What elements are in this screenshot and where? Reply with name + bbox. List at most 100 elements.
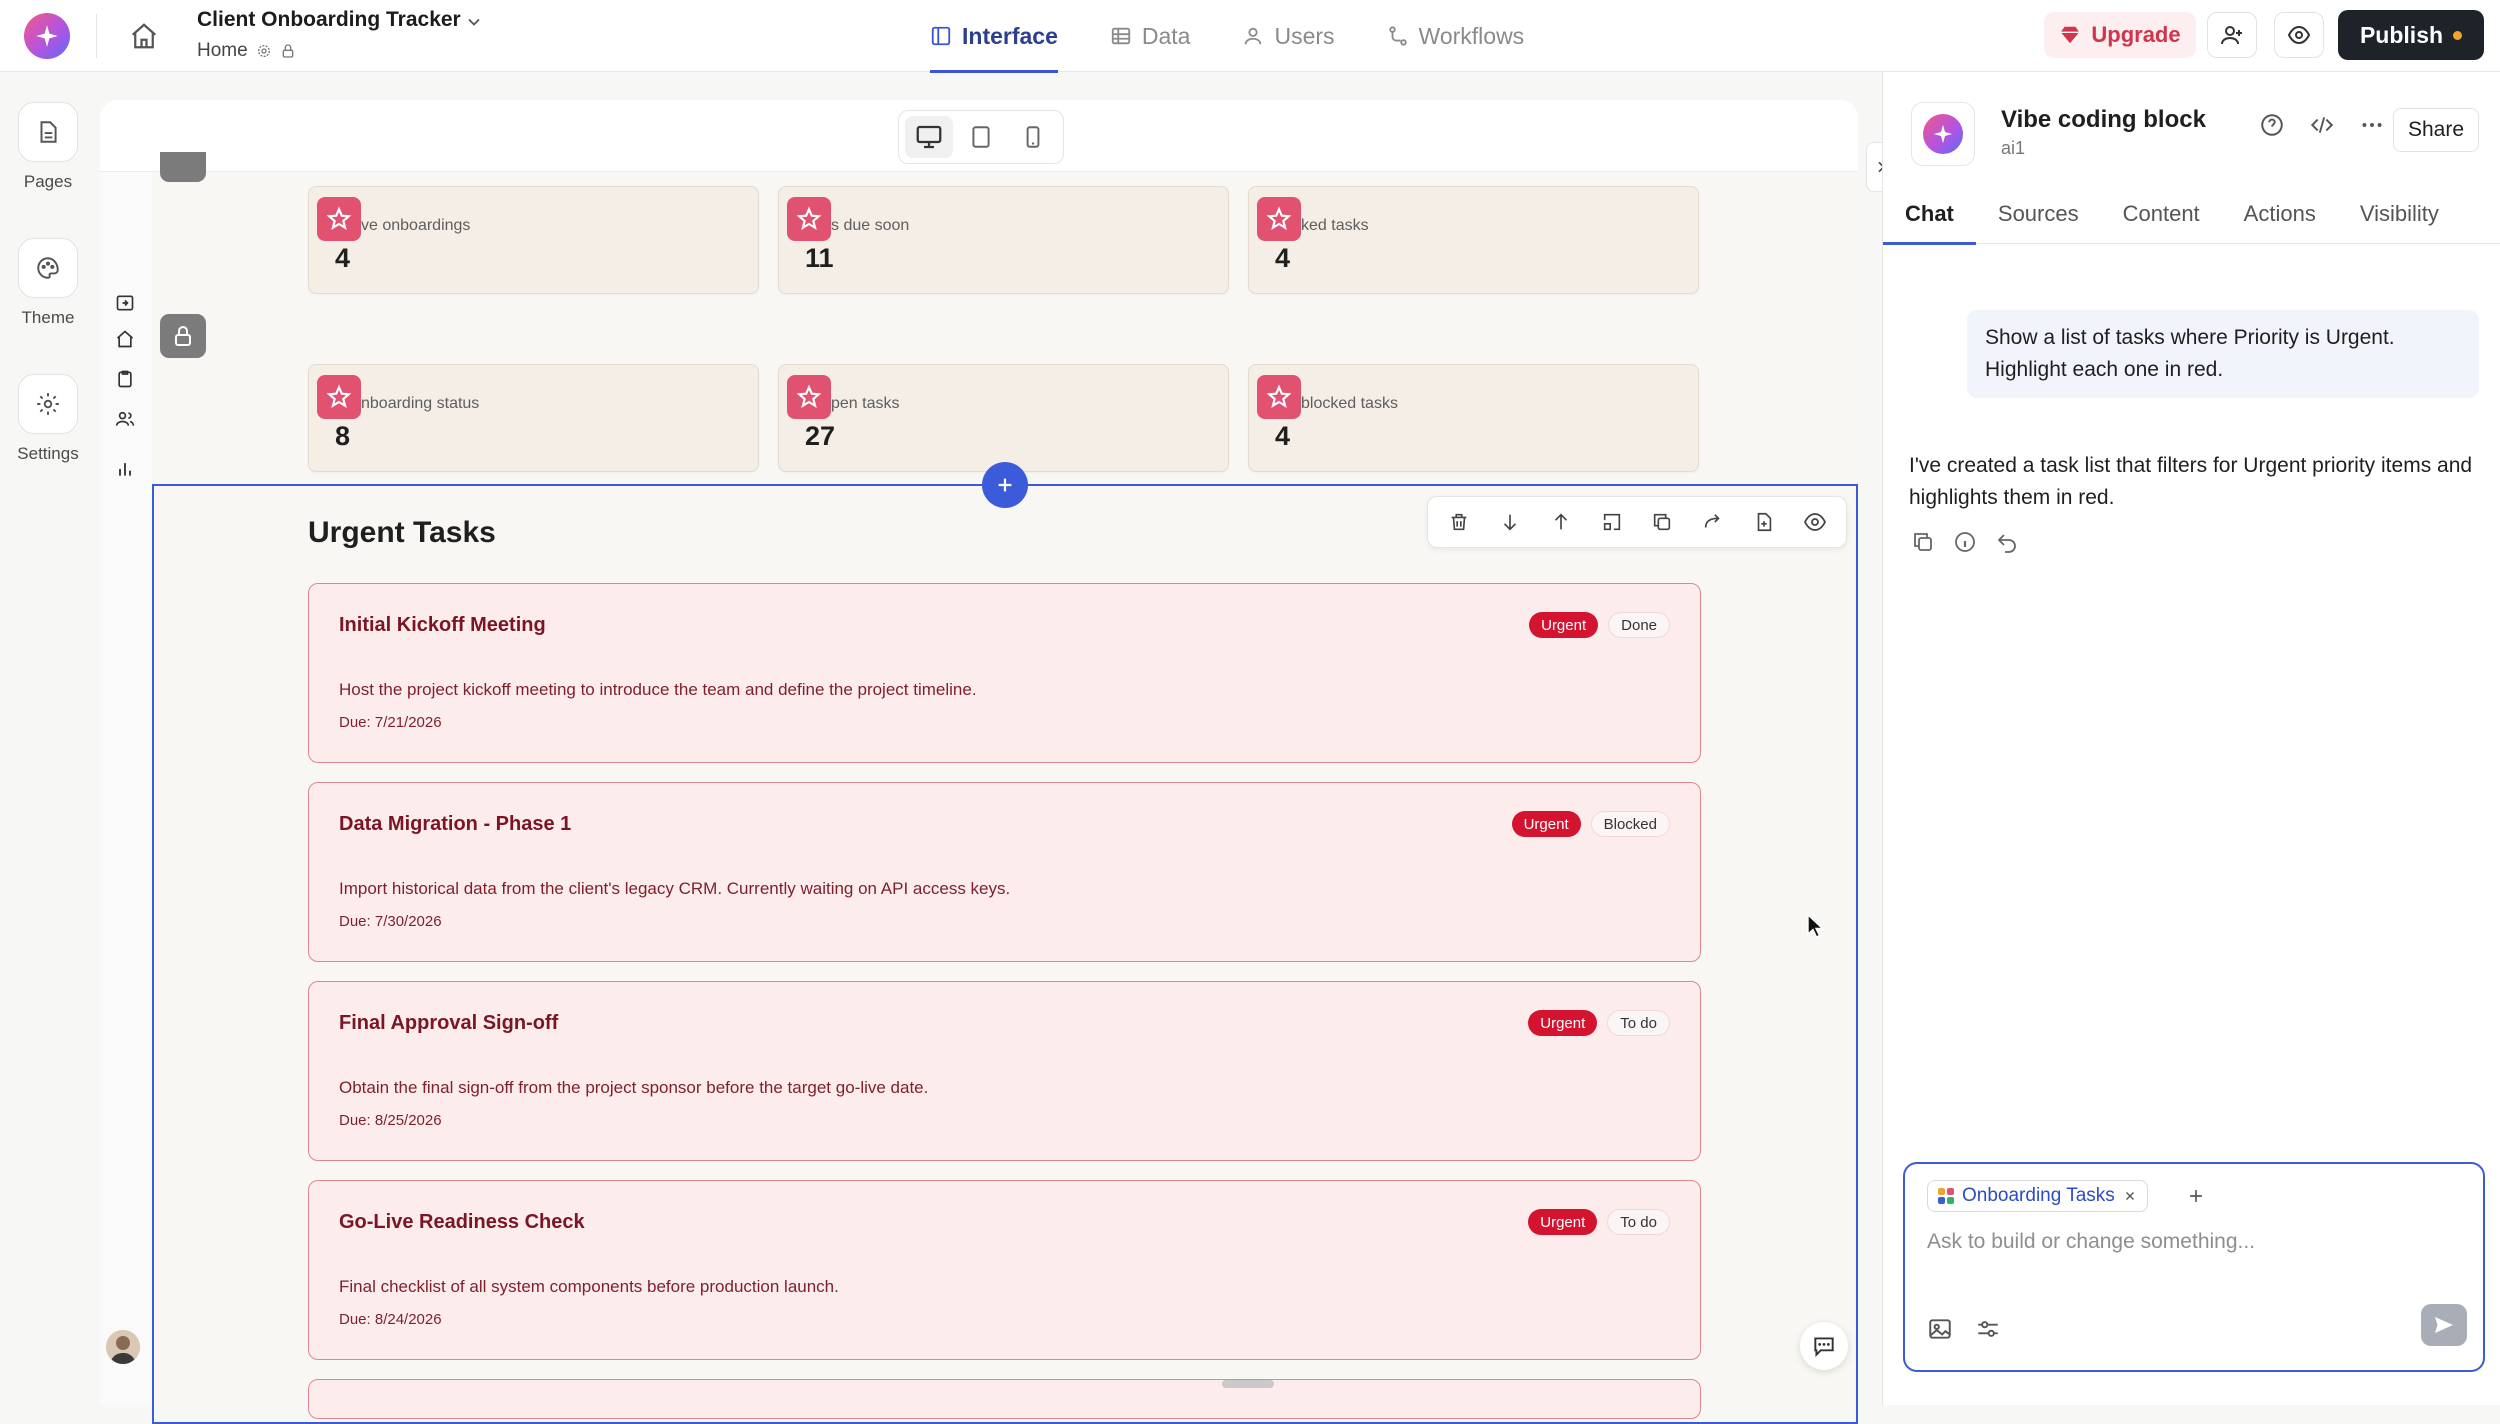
upgrade-button[interactable]: Upgrade: [2044, 12, 2196, 58]
sliders-icon[interactable]: [1975, 1316, 2001, 1342]
resize-icon[interactable]: [1592, 502, 1632, 542]
stat-card[interactable]: nboarding status 8: [308, 364, 759, 472]
lock-icon[interactable]: [160, 314, 206, 358]
publish-label: Publish: [2359, 21, 2444, 48]
stat-card[interactable]: pen tasks 27: [778, 364, 1229, 472]
status-badge: Done: [1608, 612, 1670, 638]
tab-content[interactable]: Content: [2101, 184, 2222, 244]
chat-composer: Onboarding Tasks: [1903, 1162, 2485, 1372]
rail-item-settings[interactable]: Settings: [0, 374, 96, 464]
lock-icon[interactable]: [280, 43, 296, 59]
tablet-icon[interactable]: [957, 116, 1005, 158]
rail-label: Theme: [21, 308, 75, 327]
share-button[interactable]: Share: [2393, 108, 2479, 152]
gear-icon[interactable]: [256, 43, 272, 59]
send-icon: [2432, 1313, 2456, 1337]
eye-icon[interactable]: [1795, 502, 1835, 542]
stat-card[interactable]: ked tasks 4: [1248, 186, 1699, 294]
home-icon[interactable]: [112, 326, 138, 352]
preview-button[interactable]: [2274, 12, 2324, 58]
more-icon[interactable]: [2359, 112, 2385, 138]
breadcrumb-home[interactable]: Home: [197, 40, 248, 62]
avatar[interactable]: [106, 1330, 140, 1364]
section-title: Urgent Tasks: [308, 516, 496, 549]
task-card-partial[interactable]: [308, 1379, 1701, 1419]
workflow-icon: [1387, 25, 1409, 47]
tab-workflows[interactable]: Workflows: [1387, 0, 1524, 72]
send-button[interactable]: [2421, 1304, 2467, 1346]
home-icon[interactable]: [124, 16, 164, 56]
chat-bubble-icon[interactable]: [1800, 1322, 1848, 1370]
chart-icon[interactable]: [112, 456, 138, 482]
star-icon: [317, 375, 361, 419]
task-due-date: Due: 8/24/2026: [339, 1311, 442, 1328]
tab-interface[interactable]: Interface: [930, 0, 1058, 73]
composer-tools: [1927, 1316, 2001, 1342]
add-source-icon[interactable]: [2181, 1180, 2211, 1212]
help-icon[interactable]: [2259, 112, 2285, 138]
diamond-icon: [2059, 24, 2081, 46]
copy-icon[interactable]: [1911, 530, 1935, 554]
top-bar: Client Onboarding Tracker Home Interface…: [0, 0, 2500, 73]
publish-button[interactable]: Publish: [2338, 10, 2484, 60]
resize-handle[interactable]: [1222, 1380, 1274, 1388]
lock-chip-top[interactable]: [160, 152, 206, 182]
users-icon[interactable]: [112, 406, 138, 432]
move-down-icon[interactable]: [1490, 502, 1530, 542]
mobile-icon[interactable]: [1009, 116, 1057, 158]
task-badges: Urgent Done: [1529, 612, 1670, 638]
task-description: Obtain the final sign-off from the proje…: [339, 1078, 929, 1097]
panel-title: Vibe coding block: [2001, 106, 2206, 133]
invite-user-button[interactable]: [2207, 12, 2257, 58]
chat-input[interactable]: [1927, 1230, 2467, 1254]
tab-users[interactable]: Users: [1242, 0, 1335, 72]
priority-badge: Urgent: [1511, 811, 1581, 837]
tab-actions[interactable]: Actions: [2222, 184, 2338, 244]
status-badge: To do: [1607, 1010, 1670, 1036]
task-card[interactable]: Data Migration - Phase 1 Urgent Blocked …: [308, 782, 1701, 962]
move-up-icon[interactable]: [1541, 502, 1581, 542]
add-block-button[interactable]: [982, 462, 1028, 508]
task-badges: Urgent Blocked: [1511, 811, 1670, 837]
info-icon[interactable]: [1953, 530, 1977, 554]
table-icon: [1110, 25, 1132, 47]
add-page-icon[interactable]: [112, 290, 138, 316]
duplicate-icon[interactable]: [1642, 502, 1682, 542]
breadcrumb: Home: [197, 40, 296, 62]
code-icon[interactable]: [2309, 112, 2335, 138]
stat-value: 8: [335, 421, 351, 451]
close-icon[interactable]: [2123, 1189, 2137, 1203]
app-logo-icon[interactable]: [24, 13, 70, 59]
stat-card[interactable]: ve onboardings 4: [308, 186, 759, 294]
device-switcher: [898, 110, 1064, 164]
trash-icon[interactable]: [1439, 502, 1479, 542]
source-chip[interactable]: Onboarding Tasks: [1927, 1180, 2148, 1212]
task-card[interactable]: Go-Live Readiness Check Urgent To do Fin…: [308, 1180, 1701, 1360]
tab-sources[interactable]: Sources: [1976, 184, 2101, 244]
star-icon: [787, 197, 831, 241]
stat-label: pen tasks: [831, 395, 900, 412]
stat-card[interactable]: blocked tasks 4: [1248, 364, 1699, 472]
image-icon[interactable]: [1927, 1316, 1953, 1342]
undo-icon[interactable]: [1995, 530, 2019, 554]
chevron-down-icon[interactable]: [464, 12, 484, 32]
task-card[interactable]: Final Approval Sign-off Urgent To do Obt…: [308, 981, 1701, 1161]
app-title[interactable]: Client Onboarding Tracker: [197, 8, 461, 32]
task-badges: Urgent To do: [1528, 1209, 1670, 1235]
tab-chat[interactable]: Chat: [1883, 184, 1976, 245]
stat-value: 4: [335, 243, 351, 273]
tab-visibility[interactable]: Visibility: [2338, 184, 2461, 244]
desktop-icon[interactable]: [905, 116, 953, 158]
stat-label: ked tasks: [1301, 217, 1369, 234]
stat-label: blocked tasks: [1301, 395, 1398, 412]
clipboard-icon[interactable]: [112, 366, 138, 392]
tab-data[interactable]: Data: [1110, 0, 1190, 72]
stat-card[interactable]: s due soon 11: [778, 186, 1229, 294]
task-description: Host the project kickoff meeting to intr…: [339, 680, 977, 699]
rail-item-theme[interactable]: Theme: [0, 238, 96, 328]
priority-badge: Urgent: [1529, 612, 1599, 638]
redirect-icon[interactable]: [1693, 502, 1733, 542]
task-card[interactable]: Initial Kickoff Meeting Urgent Done Host…: [308, 583, 1701, 763]
export-icon[interactable]: [1744, 502, 1784, 542]
rail-item-pages[interactable]: Pages: [0, 102, 96, 192]
